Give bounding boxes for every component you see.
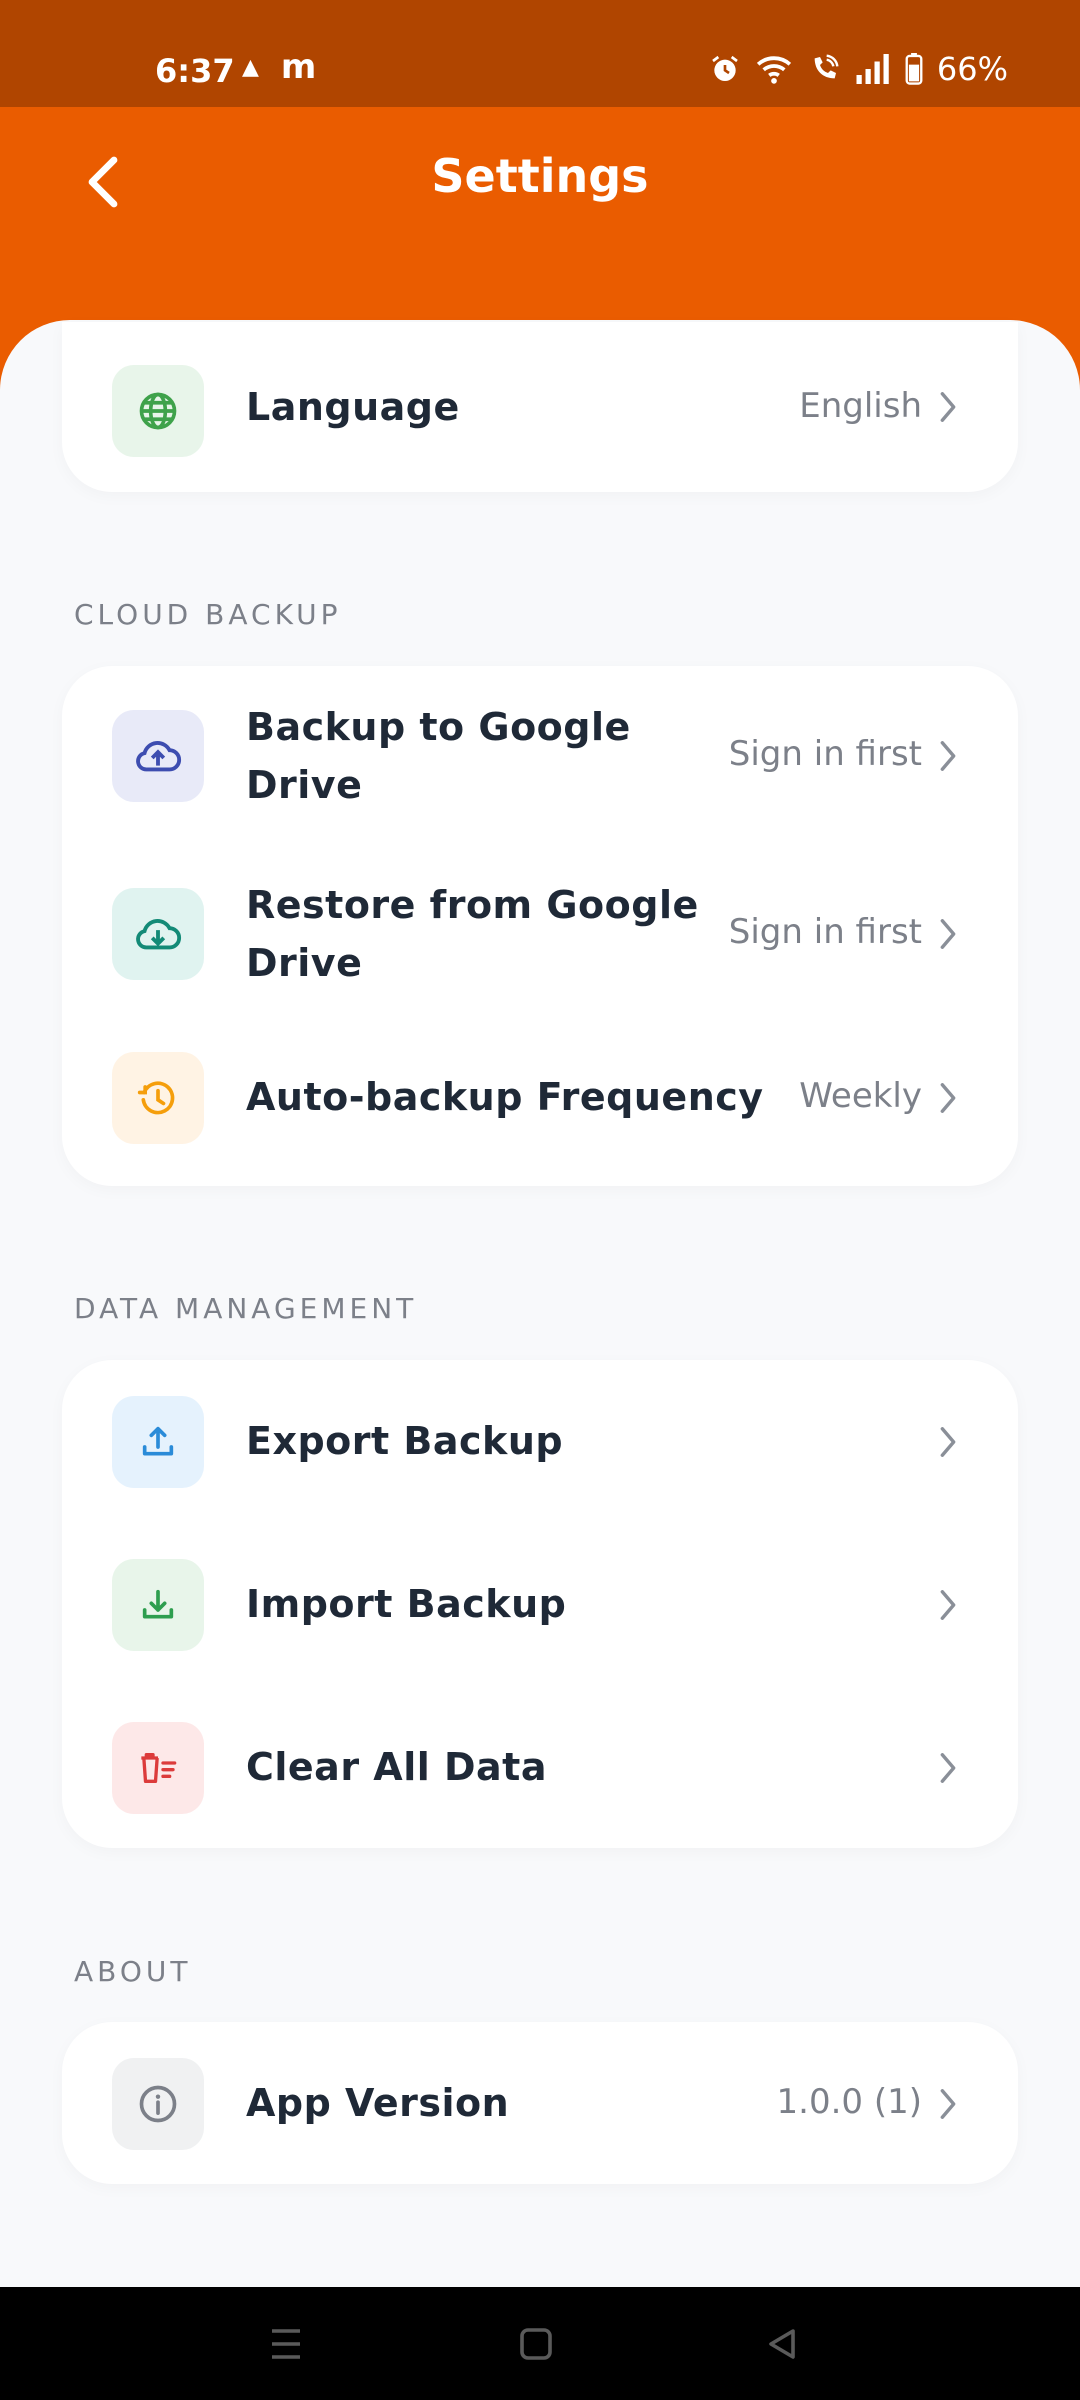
auto-backup-frequency-row[interactable]: Auto-backup Frequency Weekly <box>62 1022 1018 1172</box>
alarm-icon <box>712 55 738 81</box>
export-backup-row[interactable]: Export Backup <box>62 1360 1018 1523</box>
warning-triangle-icon: ▲ <box>242 54 259 80</box>
restore-value: Sign in first <box>728 912 922 952</box>
wifi-icon <box>756 56 791 84</box>
chevron-right-icon <box>938 2084 962 2124</box>
auto-backup-label: Auto-backup Frequency <box>246 1075 764 1119</box>
battery-icon <box>905 53 923 85</box>
download-icon <box>142 1589 174 1619</box>
home-button[interactable] <box>506 2317 566 2371</box>
backup-value: Sign in first <box>728 734 922 774</box>
chevron-right-icon <box>938 1078 962 1118</box>
signal-icon <box>856 54 889 84</box>
home-icon <box>520 2328 552 2360</box>
battery-percent: 66% <box>936 50 1008 88</box>
import-backup-row[interactable]: Import Backup <box>62 1523 1018 1686</box>
status-notification-icons: ▲ m <box>242 50 316 84</box>
about-card: App Version 1.0.0 (1) <box>62 2022 1018 2184</box>
chevron-right-icon <box>938 914 962 954</box>
section-label-about: ABOUT <box>74 1955 192 1988</box>
export-label: Export Backup <box>246 1419 564 1463</box>
cloud-upload-icon <box>136 741 182 772</box>
status-system-icons: 66% <box>709 50 1008 88</box>
language-label: Language <box>246 385 460 429</box>
backup-label: Backup to Google Drive <box>246 698 631 814</box>
language-card: Language English <box>62 322 1018 492</box>
info-icon <box>139 2085 177 2123</box>
chevron-right-icon <box>938 1422 962 1462</box>
restore-label-line2: Drive <box>246 941 363 985</box>
chevron-right-icon <box>938 736 962 776</box>
section-label-data-management: DATA MANAGEMENT <box>74 1292 418 1325</box>
chevron-right-icon <box>938 387 962 427</box>
export-icon-box <box>112 1396 204 1488</box>
app-version-value: 1.0.0 (1) <box>776 2082 922 2122</box>
delete-sweep-icon <box>141 1753 177 1783</box>
back-nav-button[interactable] <box>752 2317 812 2371</box>
clear-data-icon-box <box>112 1722 204 1814</box>
cloud-backup-card: Backup to Google Drive Sign in first Rest… <box>62 666 1018 1186</box>
page-title: Settings <box>431 149 649 203</box>
import-icon-box <box>112 1559 204 1651</box>
m-app-icon: m <box>280 47 317 87</box>
globe-icon <box>139 392 177 430</box>
language-icon-box <box>112 365 204 457</box>
backup-google-drive-row[interactable]: Backup to Google Drive Sign in first <box>62 666 1018 846</box>
auto-backup-value: Weekly <box>799 1076 922 1116</box>
restore-label-line1: Restore from Google <box>246 883 699 927</box>
app-version-icon-box <box>112 2058 204 2150</box>
clear-data-label: Clear All Data <box>246 1745 547 1789</box>
history-clock-icon <box>137 1081 175 1115</box>
language-row[interactable]: Language English <box>62 322 1018 492</box>
backup-icon-box <box>112 710 204 802</box>
backup-label-line1: Backup to Google <box>246 705 631 749</box>
restore-google-drive-row[interactable]: Restore from Google Drive Sign in first <box>62 844 1018 1024</box>
status-time: 6:37 <box>155 52 235 90</box>
recents-button[interactable] <box>256 2317 316 2371</box>
auto-backup-icon-box <box>112 1052 204 1144</box>
import-label: Import Backup <box>246 1582 567 1626</box>
cloud-download-icon <box>136 919 182 950</box>
language-value: English <box>799 386 922 426</box>
data-management-card: Export Backup Import Backup Clear All Da… <box>62 1360 1018 1848</box>
app-version-row[interactable]: App Version 1.0.0 (1) <box>62 2022 1018 2184</box>
status-bar: 6:37 ▲ m 66% <box>0 0 1080 107</box>
restore-label: Restore from Google Drive <box>246 876 699 992</box>
chevron-right-icon <box>938 1748 962 1788</box>
app-version-label: App Version <box>246 2081 510 2125</box>
chevron-right-icon <box>938 1585 962 1625</box>
system-nav-bar <box>0 2287 1080 2400</box>
upload-icon <box>142 1426 174 1456</box>
restore-icon-box <box>112 888 204 980</box>
backup-label-line2: Drive <box>246 763 363 807</box>
wifi-calling-icon <box>814 54 839 79</box>
clear-all-data-row[interactable]: Clear All Data <box>62 1686 1018 1849</box>
back-icon <box>769 2329 795 2359</box>
recents-icon <box>272 2329 300 2359</box>
section-label-cloud-backup: CLOUD BACKUP <box>74 598 342 631</box>
